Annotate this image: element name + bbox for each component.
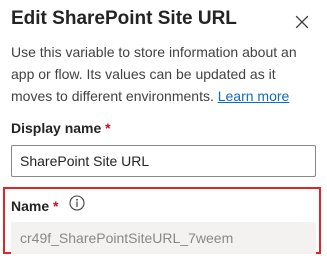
name-required-mark: *: [53, 198, 59, 214]
display-name-label: Display name *: [11, 120, 111, 136]
panel-description: Use this variable to store information a…: [11, 41, 316, 107]
close-icon: [290, 10, 314, 34]
name-input: [11, 222, 316, 254]
panel-title: Edit SharePoint Site URL: [11, 8, 237, 29]
name-label: Name *: [11, 198, 58, 214]
close-button[interactable]: [290, 10, 314, 34]
display-name-required-mark: *: [105, 120, 111, 136]
display-name-label-text: Display name: [11, 120, 102, 136]
edit-variable-panel: Edit SharePoint Site URL Use this variab…: [0, 0, 327, 262]
name-label-text: Name: [11, 198, 50, 214]
info-icon[interactable]: [68, 194, 86, 212]
display-name-input[interactable]: [11, 145, 316, 177]
learn-more-link[interactable]: Learn more: [218, 88, 290, 104]
